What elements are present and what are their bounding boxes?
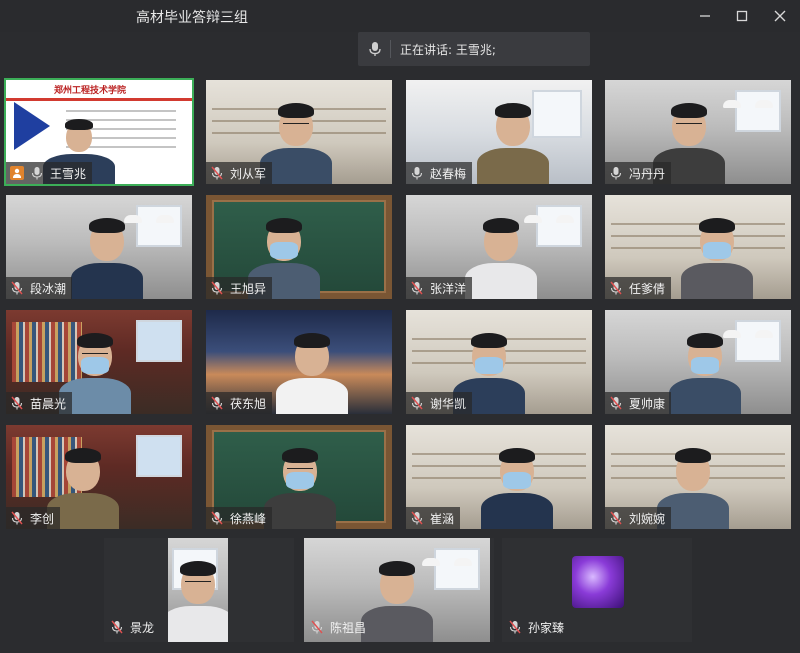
speaking-text: 正在讲话: 王雪兆;: [400, 43, 496, 57]
participant-video: [665, 310, 745, 414]
title-bar: 高材毕业答辩三组: [0, 0, 800, 32]
participant-name: 段冰潮: [30, 281, 67, 296]
avatar: [572, 556, 624, 608]
participant-tile[interactable]: 段冰潮: [4, 193, 194, 301]
participant-tile[interactable]: 郑州工程技术学院 王雪兆: [4, 78, 194, 186]
participant-name-tag: 王旭异: [206, 277, 273, 299]
participant-name-tag: 段冰潮: [6, 277, 73, 299]
microphone-muted-icon: [10, 396, 24, 410]
window-title: 高材毕业答辩三组: [136, 10, 248, 26]
participant-video: [473, 80, 553, 184]
participant-video: [272, 310, 352, 414]
participant-name: 任爹倩: [629, 281, 666, 296]
participant-name: 夏帅康: [629, 396, 666, 411]
participant-name-tag: 刘从军: [206, 162, 273, 184]
maximize-icon[interactable]: [732, 6, 752, 26]
microphone-icon: [410, 166, 424, 180]
participant-tile[interactable]: 张洋洋: [404, 193, 594, 301]
microphone-muted-icon: [410, 396, 424, 410]
participant-name-tag: 孙家臻: [504, 616, 570, 638]
participant-name: 刘从军: [230, 166, 267, 181]
microphone-icon: [368, 41, 382, 61]
microphone-muted-icon: [609, 281, 623, 295]
close-icon[interactable]: [770, 6, 790, 26]
host-user-icon: [10, 166, 24, 180]
participant-name-tag: 冯丹丹: [605, 162, 672, 184]
participant-tile[interactable]: 景龙: [104, 538, 294, 642]
participant-tile[interactable]: 茯东旭: [204, 308, 394, 416]
participant-name-tag: 张洋洋: [406, 277, 473, 299]
participant-name: 赵春梅: [430, 166, 467, 181]
participant-name: 王旭异: [230, 281, 267, 296]
participant-tile[interactable]: 冯丹丹: [603, 78, 793, 186]
participant-name: 崔涵: [430, 511, 455, 526]
video-frame: [168, 538, 228, 642]
participant-video: [461, 195, 541, 299]
participant-name: 张洋洋: [430, 281, 467, 296]
participant-tile[interactable]: 谢华凯: [404, 308, 594, 416]
participant-name: 李创: [30, 511, 55, 526]
microphone-muted-icon: [210, 396, 224, 410]
microphone-icon: [609, 166, 623, 180]
video-gallery: 郑州工程技术学院 王雪兆刘从军 赵春梅 冯丹丹段冰潮 王旭异 张洋洋 任爹倩苗晨光 茯东旭 谢华…: [0, 72, 800, 653]
participant-video: [67, 195, 147, 299]
participant-tile[interactable]: 崔涵: [404, 423, 594, 531]
participant-video: [477, 425, 557, 529]
participant-name: 谢华凯: [430, 396, 467, 411]
participant-tile[interactable]: 王旭异: [204, 193, 394, 301]
participant-tile[interactable]: 刘从军: [204, 78, 394, 186]
participant-name-tag: 李创: [6, 507, 61, 529]
participant-name: 景龙: [130, 620, 155, 635]
participant-name: 徐燕峰: [230, 511, 267, 526]
microphone-muted-icon: [609, 396, 623, 410]
participant-name: 苗晨光: [30, 396, 67, 411]
speaking-indicator: 正在讲话: 王雪兆;: [358, 32, 590, 66]
participant-name-tag: 崔涵: [406, 507, 461, 529]
microphone-muted-icon: [210, 511, 224, 525]
participant-video: [677, 195, 757, 299]
participant-name: 陈祖昌: [330, 620, 367, 635]
participant-name: 孙家臻: [528, 620, 565, 635]
participant-name-tag: 王雪兆: [6, 162, 93, 184]
minimize-icon[interactable]: [695, 6, 715, 26]
microphone-muted-icon: [310, 620, 324, 634]
microphone-muted-icon: [10, 281, 24, 295]
participant-tile[interactable]: 赵春梅: [404, 78, 594, 186]
microphone-muted-icon: [410, 511, 424, 525]
microphone-muted-icon: [609, 511, 623, 525]
participant-name-tag: 赵春梅: [406, 162, 473, 184]
participant-name-tag: 谢华凯: [406, 392, 473, 414]
participant-tile[interactable]: 任爹倩: [603, 193, 793, 301]
participant-name: 冯丹丹: [629, 166, 666, 181]
participant-name: 茯东旭: [230, 396, 267, 411]
participant-name: 刘婉婉: [629, 511, 666, 526]
participant-tile[interactable]: 徐燕峰: [204, 423, 394, 531]
microphone-muted-icon: [10, 511, 24, 525]
participant-name-tag: 刘婉婉: [605, 507, 672, 529]
participant-tile[interactable]: 李创: [4, 423, 194, 531]
microphone-muted-icon: [110, 620, 124, 634]
microphone-muted-icon: [508, 620, 522, 634]
microphone-muted-icon: [210, 166, 224, 180]
participant-tile[interactable]: 夏帅康: [603, 308, 793, 416]
participant-name-tag: 茯东旭: [206, 392, 273, 414]
participant-tile[interactable]: 陈祖昌: [304, 538, 494, 642]
microphone-muted-icon: [210, 281, 224, 295]
participant-tile[interactable]: 孙家臻: [502, 538, 692, 642]
participant-name-tag: 徐燕峰: [206, 507, 273, 529]
microphone-icon: [30, 166, 44, 180]
participant-tile[interactable]: 苗晨光: [4, 308, 194, 416]
participant-name-tag: 陈祖昌: [306, 616, 372, 638]
participant-video: [168, 538, 228, 642]
participant-name-tag: 夏帅康: [605, 392, 672, 414]
participant-tile[interactable]: 刘婉婉: [603, 423, 793, 531]
participant-name-tag: 景龙: [106, 616, 160, 638]
microphone-muted-icon: [410, 281, 424, 295]
participant-name-tag: 任爹倩: [605, 277, 672, 299]
participant-name: 王雪兆: [50, 166, 87, 181]
participant-name-tag: 苗晨光: [6, 392, 73, 414]
